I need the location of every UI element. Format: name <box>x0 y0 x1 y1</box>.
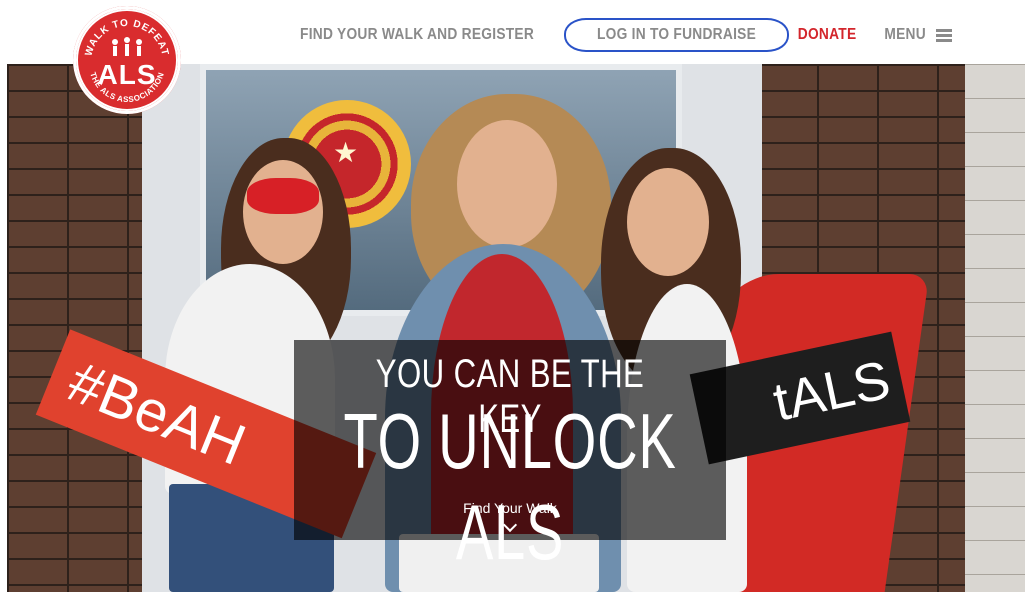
right-girl-face <box>627 168 709 276</box>
star-icon: ★ <box>333 137 359 168</box>
red-mask-image <box>247 178 319 214</box>
hero-text-overlay: YOU CAN BE THE KEY TO UNLOCK ALS Find Yo… <box>294 340 726 576</box>
main-nav: FIND YOUR WALK AND REGISTER LOG IN TO FU… <box>281 18 952 52</box>
walk-to-defeat-als-logo[interactable]: WALK TO DEFEAT THE ALS ASSOCIATION ALS <box>73 6 181 114</box>
brick-wall-left <box>7 64 147 592</box>
walkers-icon <box>112 37 142 56</box>
hero-headline-line2: TO UNLOCK ALS <box>343 397 677 576</box>
find-your-walk-link[interactable]: FIND YOUR WALK AND REGISTER <box>300 26 534 44</box>
menu-button[interactable]: MENU <box>881 26 952 44</box>
logo-main-text: ALS <box>97 59 157 90</box>
hero-banner: ★ #BeAH tALS YOU CAN BE THE KEY TO UNLOC… <box>7 64 1025 592</box>
site-header: WALK TO DEFEAT THE ALS ASSOCIATION ALS F… <box>0 0 1026 114</box>
find-your-walk-button[interactable]: Find Your Walk <box>294 500 726 516</box>
house-siding <box>965 64 1025 592</box>
menu-label: MENU <box>884 26 926 43</box>
hamburger-icon <box>936 27 952 44</box>
donate-link[interactable]: DONATE <box>797 26 856 44</box>
center-woman-face <box>457 120 557 248</box>
login-highlight-circle: LOG IN TO FUNDRAISE <box>563 18 789 52</box>
login-to-fundraise-link[interactable]: LOG IN TO FUNDRAISE <box>596 26 755 44</box>
